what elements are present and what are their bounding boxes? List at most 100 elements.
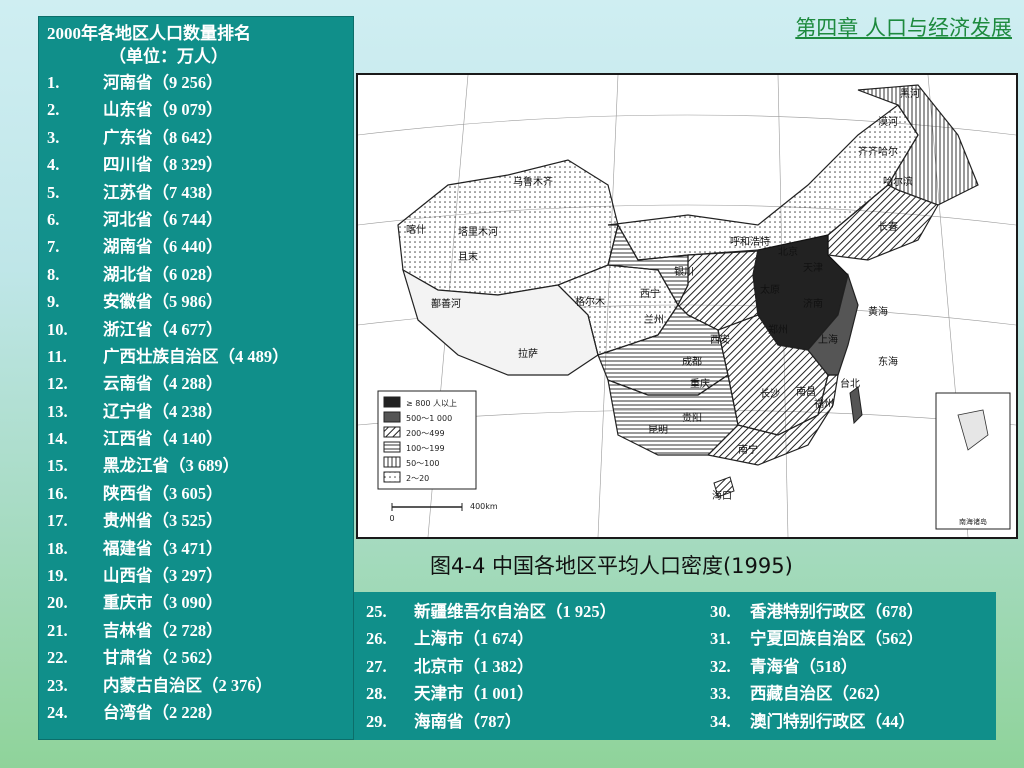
rank-number: 32.: [710, 656, 731, 676]
rank-number: 33.: [710, 684, 731, 704]
legend-swatch: [383, 411, 401, 423]
region-name: 台湾省: [103, 702, 153, 722]
rank-number: 13.: [47, 401, 68, 421]
rank-number: 31.: [710, 629, 731, 649]
ranking-row: 19. 山西省（3 297）: [47, 562, 353, 589]
ranking-continued-right: 30. 香港特别行政区（678） 31. 宁夏回族自治区（562） 32. 青海省（518…: [710, 598, 923, 735]
region-name: 河南省: [103, 73, 153, 92]
ranking-row: 12. 云南省（4 288）: [47, 370, 353, 397]
legend-swatch: [383, 471, 401, 483]
population-value: （5 986）: [152, 292, 223, 312]
region-name: 安徽省: [103, 292, 153, 312]
chapter-title[interactable]: 第四章 人口与经济发展: [795, 12, 1012, 42]
ranking-row: 16. 陕西省（3 605）: [47, 480, 353, 507]
map-label: 齐齐哈尔: [858, 145, 898, 158]
map-label: 昆明: [648, 424, 668, 436]
map-label: 郑州: [768, 323, 788, 336]
population-value: （9 079）: [152, 100, 223, 120]
china-map-svg: 南海诸岛 ≥ 800 人以上 500～1 000 200～499 100～199 50～…: [358, 75, 1016, 537]
region-name: 山西省: [103, 566, 153, 586]
population-value: （3 689）: [169, 456, 240, 476]
ranking-row: 17. 贵州省（3 525）: [47, 507, 353, 534]
legend-swatch: [383, 396, 401, 408]
svg-text:400km: 400km: [470, 502, 498, 511]
rank-number: 21.: [47, 620, 68, 640]
rank-number: 30.: [710, 602, 731, 621]
legend-label: 50～100: [406, 459, 439, 468]
population-value: （6 440）: [152, 237, 223, 257]
map-label: 黑河: [900, 88, 920, 100]
map-label: 呼和浩特: [730, 236, 770, 248]
ranking-row: 4. 四川省（8 329）: [47, 151, 353, 178]
map-label: 乌鲁木齐: [513, 175, 553, 188]
rank-number: 12.: [47, 374, 68, 394]
population-value: （4 288）: [152, 374, 223, 394]
population-value: （4 140）: [152, 429, 223, 449]
population-value: （6 028）: [152, 264, 223, 284]
region-name: 广西壮族自治区: [103, 346, 219, 366]
rank-number: 23.: [47, 675, 68, 695]
ranking-row: 31. 宁夏回族自治区（562）: [710, 625, 923, 652]
rank-number: 20.: [47, 593, 68, 613]
population-value: （6 744）: [152, 209, 223, 229]
region-name: 江西省: [103, 429, 153, 449]
rank-number: 9.: [47, 292, 60, 312]
scale-bar: 0 400km: [389, 502, 497, 523]
legend-label: 500～1 000: [406, 414, 452, 423]
map-label: 北京: [778, 245, 798, 258]
ranking-row: 8. 湖北省（6 028）: [47, 261, 353, 288]
region-name: 重庆市: [103, 593, 153, 613]
ranking-row: 14. 江西省（4 140）: [47, 425, 353, 452]
region-name: 天津市: [414, 684, 464, 704]
map-label: 上海: [818, 333, 838, 346]
rank-number: 17.: [47, 511, 68, 531]
region-taiwan: [849, 386, 863, 425]
population-value: （8 329）: [152, 155, 223, 175]
ranking-continued-panel: 25. 新疆维吾尔自治区（1 925） 26. 上海市（1 674） 27. 北京市（1 …: [354, 592, 996, 740]
ranking-row: 30. 香港特别行政区（678）: [710, 598, 923, 625]
inset-label: 南海诸岛: [959, 517, 987, 526]
map-label: 济南: [803, 297, 823, 310]
region-name: 贵州省: [103, 511, 153, 531]
map-label: 天津: [803, 262, 823, 274]
map-label: 漠河: [878, 116, 898, 128]
region-name: 浙江省: [103, 319, 153, 339]
rank-number: 27.: [366, 656, 387, 676]
region-name: 福建省: [103, 538, 153, 558]
legend-swatch: [383, 441, 401, 453]
region-name: 江苏省: [103, 182, 153, 202]
map-label: 长沙: [760, 388, 780, 400]
rank-number: 2.: [47, 100, 60, 120]
ranking-row: 1. 河南省（9 256）: [47, 69, 353, 96]
population-value: （2 376）: [202, 675, 273, 695]
ranking-row: 26. 上海市（1 674）: [366, 625, 616, 652]
ranking-row: 25. 新疆维吾尔自治区（1 925）: [366, 598, 616, 625]
population-value: （3 090）: [152, 593, 223, 613]
ranking-row: 34. 澳门特别行政区（44）: [710, 708, 923, 735]
rank-number: 14.: [47, 429, 68, 449]
ranking-row: 23. 内蒙古自治区（2 376）: [47, 672, 353, 699]
population-value: （1 925）: [546, 602, 617, 621]
legend-label: ≥ 800 人以上: [406, 399, 457, 408]
map-label: 西宁: [640, 287, 660, 300]
map-label: 黄海: [868, 305, 888, 318]
region-name: 上海市: [414, 629, 464, 649]
population-value: （9 256）: [152, 73, 223, 92]
rank-number: 6.: [47, 209, 60, 229]
rank-number: 8.: [47, 264, 60, 284]
population-ranking-panel: 2000年各地区人口数量排名 （单位：万人） 1. 河南省（9 256） 2. 山东省…: [38, 16, 354, 740]
svg-text:0: 0: [389, 514, 394, 523]
ranking-continued-left: 25. 新疆维吾尔自治区（1 925） 26. 上海市（1 674） 27. 北京市（1 …: [366, 598, 616, 735]
population-value: （1 001）: [463, 684, 534, 704]
rank-number: 4.: [47, 155, 60, 175]
ranking-row: 28. 天津市（1 001）: [366, 680, 616, 707]
map-label: 拉萨: [518, 347, 538, 360]
rank-number: 24.: [47, 702, 68, 722]
population-value: （4 238）: [152, 401, 223, 421]
map-label: 福州: [814, 397, 834, 410]
population-value: （518）: [799, 656, 858, 676]
ranking-row: 10. 浙江省（4 677）: [47, 316, 353, 343]
region-name: 澳门特别行政区: [750, 711, 866, 731]
rank-number: 18.: [47, 538, 68, 558]
map-label: 南昌: [796, 385, 816, 398]
